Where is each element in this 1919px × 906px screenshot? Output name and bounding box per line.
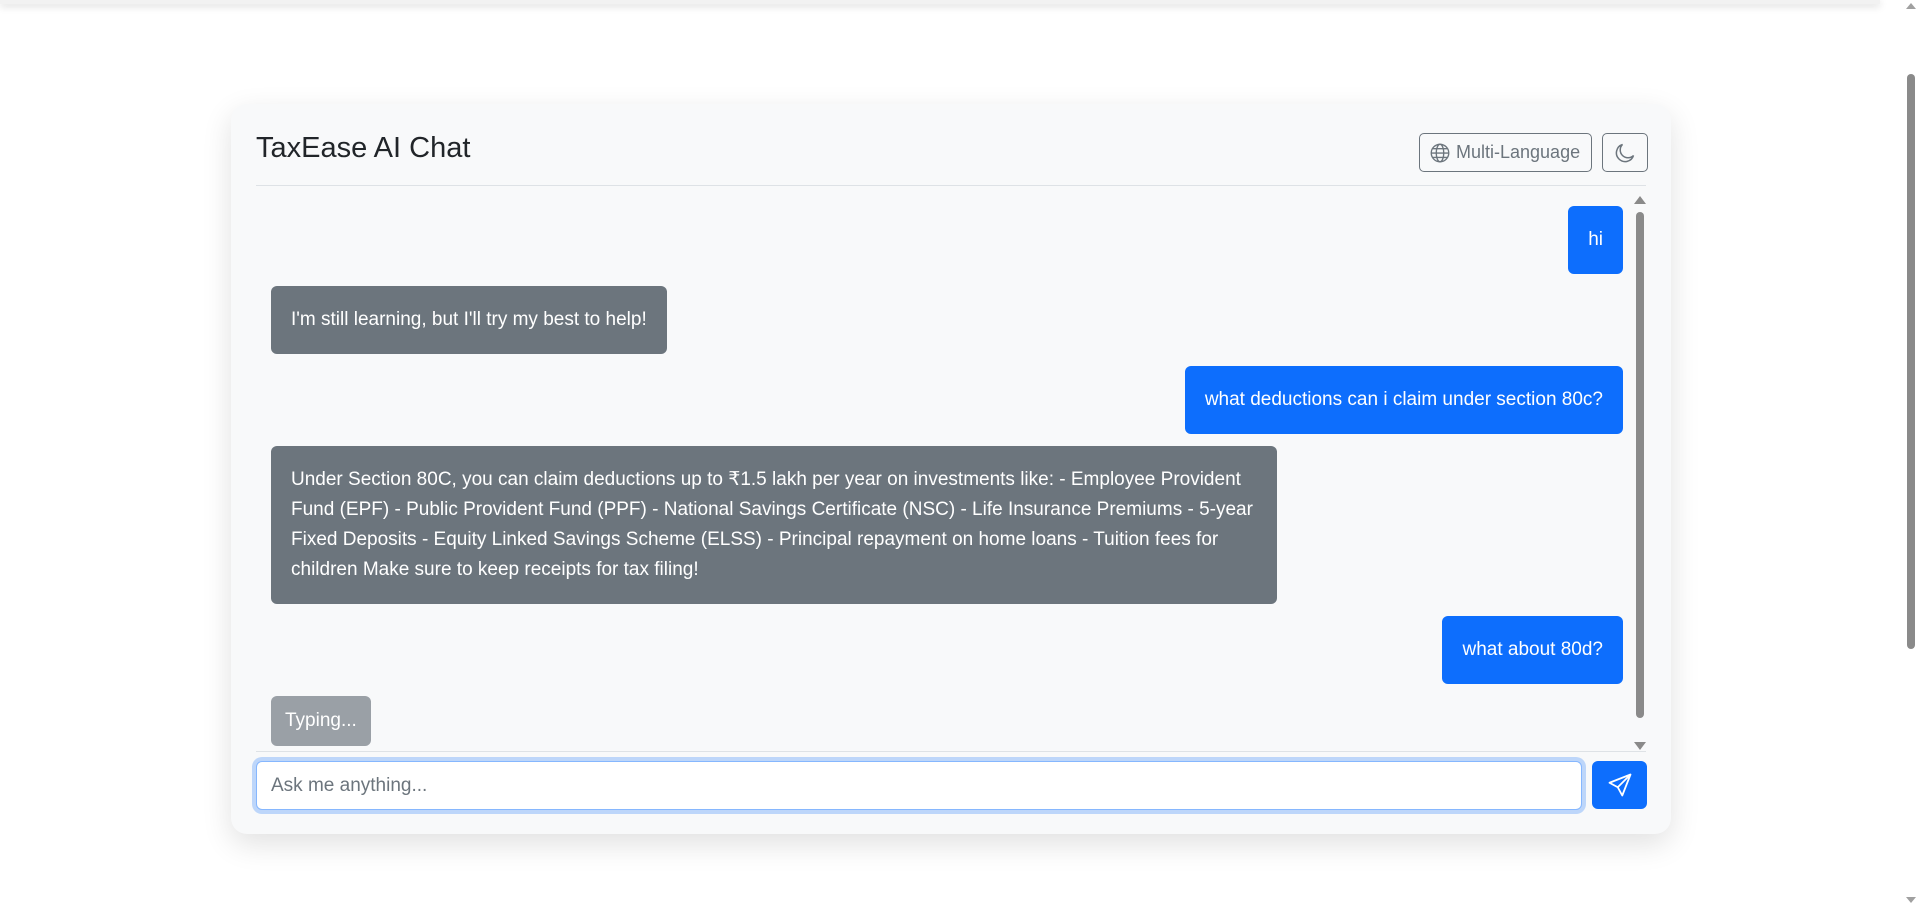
- top-bar: [0, 0, 1880, 4]
- scroll-up-arrow[interactable]: [1634, 196, 1646, 204]
- scroll-down-arrow[interactable]: [1634, 742, 1646, 750]
- messages-scrollbar[interactable]: [1633, 192, 1647, 752]
- page-title: TaxEase AI Chat: [256, 132, 471, 164]
- chat-card: TaxEase AI Chat Multi-Language hi I'm sti…: [231, 104, 1671, 834]
- scrollbar-thumb[interactable]: [1636, 212, 1644, 718]
- multi-language-label: Multi-Language: [1456, 142, 1581, 162]
- bot-message: I'm still learning, but I'll try my best…: [271, 286, 667, 354]
- typing-indicator: Typing...: [271, 696, 371, 746]
- message-list[interactable]: hi I'm still learning, but I'll try my be…: [256, 192, 1646, 752]
- user-message: what deductions can i claim under sectio…: [1184, 366, 1623, 434]
- multi-language-button[interactable]: Multi-Language: [1419, 133, 1593, 172]
- bot-message: Under Section 80C, you can claim deducti…: [271, 446, 1277, 604]
- page-scrollbar-thumb[interactable]: [1907, 74, 1915, 649]
- theme-toggle-button[interactable]: [1602, 133, 1648, 172]
- page-scroll-up-arrow[interactable]: [1906, 3, 1916, 9]
- page-scroll-down-arrow[interactable]: [1906, 897, 1916, 903]
- moon-icon: [1615, 143, 1635, 163]
- chat-header: TaxEase AI Chat Multi-Language: [256, 104, 1648, 186]
- globe-icon: [1430, 143, 1450, 163]
- user-message: hi: [1568, 206, 1623, 274]
- send-button[interactable]: [1592, 761, 1647, 809]
- send-icon: [1608, 773, 1632, 797]
- user-message: what about 80d?: [1442, 616, 1623, 684]
- page-scrollbar[interactable]: [1902, 0, 1919, 906]
- chat-input[interactable]: [256, 761, 1582, 810]
- composer-divider: [256, 751, 1646, 752]
